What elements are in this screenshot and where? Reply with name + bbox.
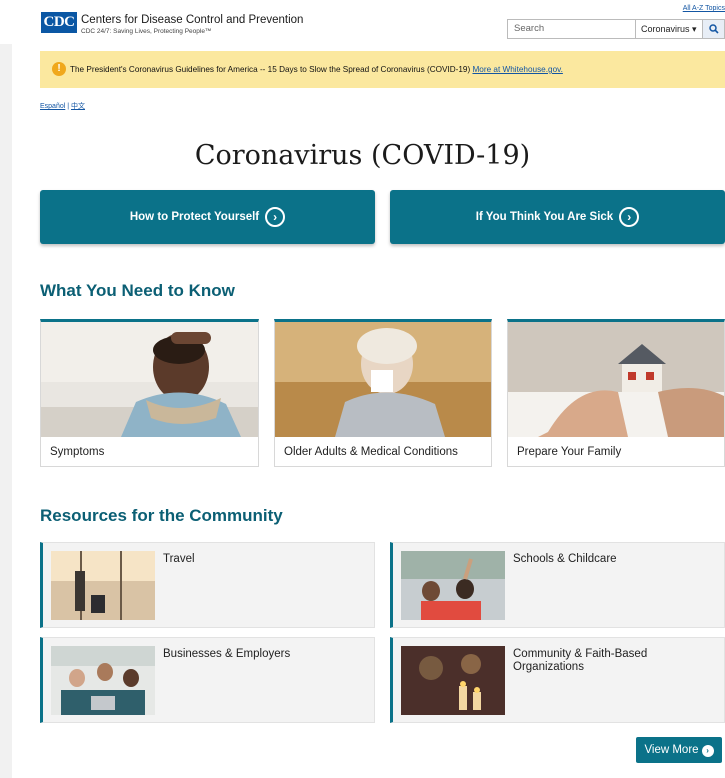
resources-section-title: Resources for the Community: [40, 506, 283, 525]
search-button[interactable]: [703, 19, 725, 39]
prepare-family-image: [508, 322, 724, 437]
card-prepare-family-label: Prepare Your Family: [517, 446, 622, 458]
view-more-button[interactable]: View More ›: [636, 737, 722, 763]
chevron-right-icon: ›: [701, 745, 714, 757]
org-tagline: CDC 24/7: Saving Lives, Protecting Peopl…: [81, 28, 212, 35]
resource-community[interactable]: Community & Faith-Based Organizations: [390, 637, 725, 723]
site-header: CDC Centers for Disease Control and Prev…: [0, 0, 725, 44]
know-section-title: What You Need to Know: [40, 281, 235, 300]
card-older-adults[interactable]: Older Adults & Medical Conditions: [274, 319, 492, 467]
alert-text: The President's Coronavirus Guidelines f…: [70, 65, 471, 74]
older-adults-image: [275, 322, 491, 437]
lang-spanish-link[interactable]: Español: [40, 103, 65, 110]
symptoms-image: [41, 322, 258, 437]
resource-travel-label: Travel: [163, 553, 195, 565]
cdc-logo[interactable]: CDC: [41, 12, 77, 33]
resource-businesses-label: Businesses & Employers: [163, 648, 291, 660]
protect-yourself-label: How to Protect Yourself: [129, 211, 260, 223]
community-image: [401, 646, 505, 715]
if-sick-button[interactable]: If You Think You Are Sick ›: [390, 190, 725, 244]
card-symptoms[interactable]: Symptoms: [40, 319, 259, 467]
alert-icon: !: [52, 62, 66, 76]
search-bar: Search Coronavirus ▾: [507, 19, 725, 39]
resource-schools[interactable]: Schools & Childcare: [390, 542, 725, 628]
search-icon: [708, 24, 719, 34]
card-older-adults-label: Older Adults & Medical Conditions: [284, 446, 458, 458]
travel-image: [51, 551, 155, 620]
resource-schools-label: Schools & Childcare: [513, 553, 617, 565]
chevron-right-icon: ›: [265, 207, 286, 227]
search-scope-select[interactable]: Coronavirus ▾: [635, 19, 703, 39]
resource-community-label: Community & Faith-Based Organizations: [513, 648, 648, 673]
chevron-right-icon: ›: [619, 207, 640, 227]
language-links: Español | 中文: [40, 101, 85, 111]
protect-yourself-button[interactable]: How to Protect Yourself ›: [40, 190, 375, 244]
alert-link[interactable]: More at Whitehouse.gov.: [472, 65, 562, 74]
lang-chinese-link[interactable]: 中文: [71, 103, 85, 110]
resource-travel[interactable]: Travel: [40, 542, 375, 628]
org-name[interactable]: Centers for Disease Control and Preventi…: [81, 14, 303, 26]
page-title: Coronavirus (COVID-19): [194, 140, 531, 171]
search-input[interactable]: Search: [507, 19, 635, 39]
a-z-topics-link[interactable]: All A-Z Topics: [683, 5, 725, 12]
if-sick-label: If You Think You Are Sick: [475, 211, 614, 223]
resource-businesses[interactable]: Businesses & Employers: [40, 637, 375, 723]
card-prepare-family[interactable]: Prepare Your Family: [507, 319, 725, 467]
alert-banner: ! The President's Coronavirus Guidelines…: [40, 51, 725, 88]
schools-image: [401, 551, 505, 620]
businesses-image: [51, 646, 155, 715]
view-more-label: View More: [644, 744, 699, 756]
card-symptoms-label: Symptoms: [50, 446, 105, 458]
